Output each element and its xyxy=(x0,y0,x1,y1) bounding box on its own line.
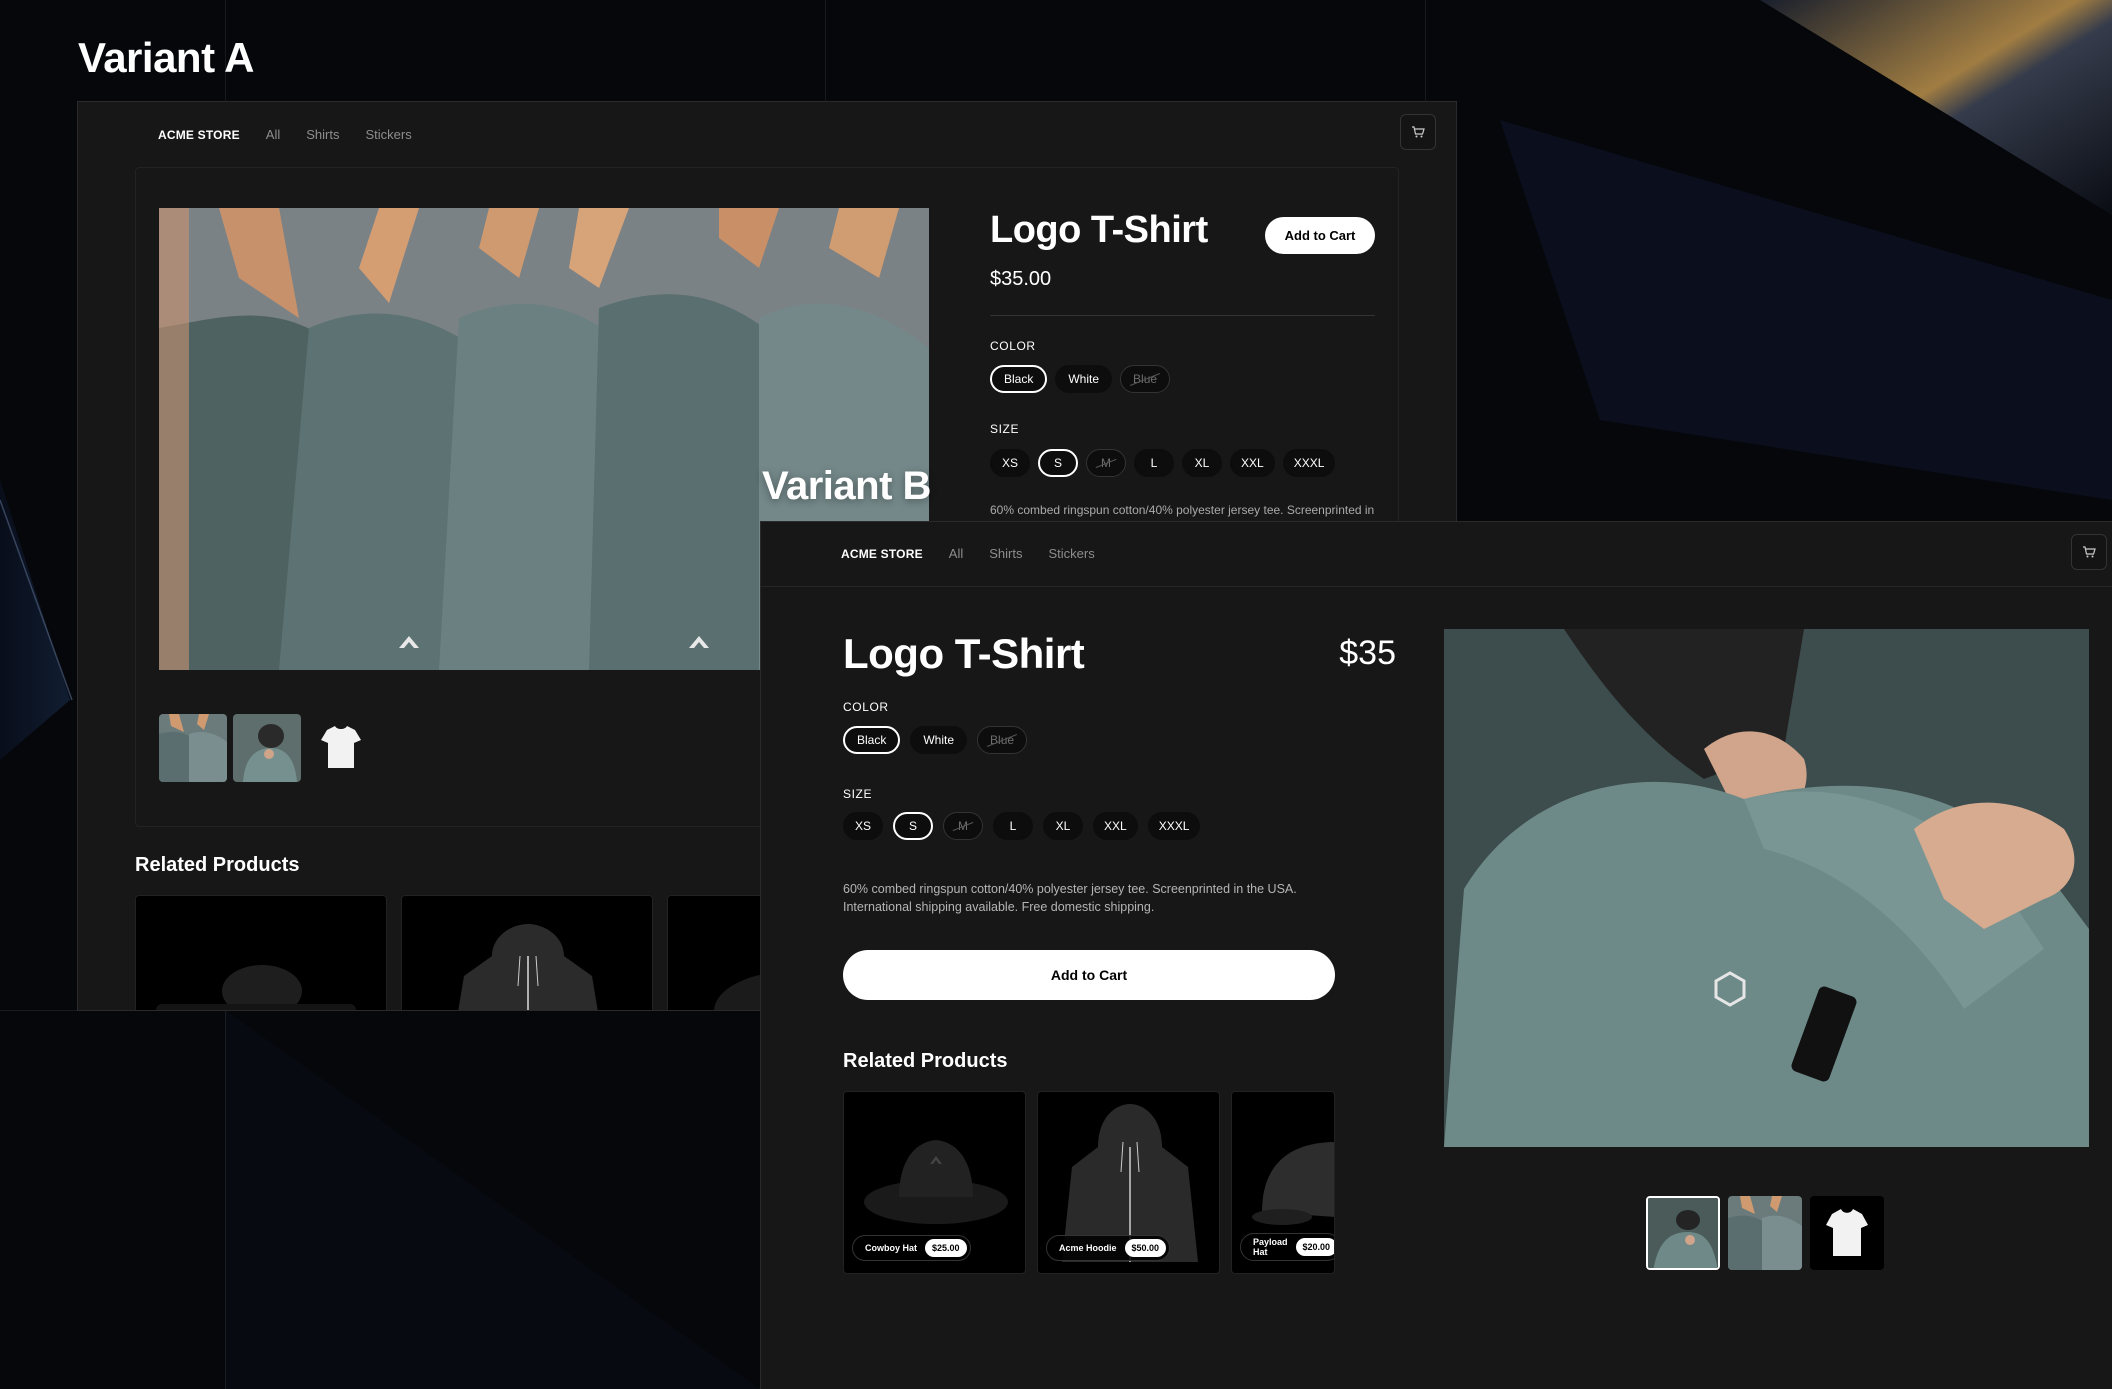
thumbnail-white-tee-image xyxy=(1826,1209,1868,1256)
color-option-blue[interactable]: Blue xyxy=(1120,365,1171,393)
size-label: SIZE xyxy=(843,787,873,801)
color-options: Black White Blue xyxy=(990,365,1171,393)
store-logo-link[interactable]: ACME STORE xyxy=(841,547,923,561)
variant-b-nav: ACME STORE All Shirts Stickers xyxy=(841,546,1095,561)
thumbnail-model[interactable] xyxy=(233,714,301,782)
size-option-m[interactable]: M xyxy=(943,812,983,840)
variant-a-label: Variant A xyxy=(78,34,255,81)
thumbnail-shirts[interactable] xyxy=(1728,1196,1802,1270)
thumbnail-white-tee[interactable] xyxy=(307,714,375,782)
related-price-cowboy-hat: $25.00 xyxy=(925,1239,967,1257)
size-option-xl[interactable]: XL xyxy=(1043,812,1083,840)
cart-button[interactable] xyxy=(2071,534,2107,570)
nav-link-stickers[interactable]: Stickers xyxy=(365,127,411,142)
related-card-payload-hat[interactable]: Payload Hat $20.00 xyxy=(1231,1091,1335,1274)
variant-b-label: Variant B xyxy=(762,464,931,508)
thumbnail-shirts[interactable] xyxy=(159,714,227,782)
thumbnail-white-tee-image xyxy=(321,726,361,768)
thumbnail-model-image xyxy=(233,714,301,782)
product-main-image xyxy=(1444,629,2089,1147)
color-option-black[interactable]: Black xyxy=(990,365,1048,393)
nav-divider xyxy=(761,586,2112,587)
size-option-xs[interactable]: XS xyxy=(843,812,883,840)
color-label: COLOR xyxy=(843,700,889,714)
color-option-blue[interactable]: Blue xyxy=(977,726,1028,754)
product-title: Logo T-Shirt xyxy=(990,209,1208,251)
size-option-m[interactable]: M xyxy=(1086,449,1126,477)
size-option-s[interactable]: S xyxy=(893,812,933,840)
related-card-hoodie[interactable] xyxy=(401,895,653,1010)
nav-link-shirts[interactable]: Shirts xyxy=(989,546,1022,561)
related-name-payload-hat: Payload Hat xyxy=(1253,1237,1288,1257)
product-price: $35.00 xyxy=(990,268,1052,290)
color-option-white[interactable]: White xyxy=(1055,365,1113,393)
related-name-acme-hoodie: Acme Hoodie xyxy=(1059,1243,1117,1253)
size-option-xxxl[interactable]: XXXL xyxy=(1147,812,1201,840)
add-to-cart-button[interactable]: Add to Cart xyxy=(843,950,1335,1000)
related-price-acme-hoodie: $50.00 xyxy=(1124,1239,1167,1257)
related-card-hat[interactable] xyxy=(135,895,387,1010)
nav-link-stickers[interactable]: Stickers xyxy=(1048,546,1094,561)
divider xyxy=(990,315,1375,316)
thumbnail-shirts-image xyxy=(159,714,227,782)
variant-b-window: ACME STORE All Shirts Stickers Logo T-Sh… xyxy=(760,521,2112,1389)
product-title: Logo T-Shirt xyxy=(843,630,1085,677)
size-option-l[interactable]: L xyxy=(1134,449,1174,477)
thumbnail-white-tee[interactable] xyxy=(1810,1196,1884,1270)
size-options: XS S M L XL XXL XXXL xyxy=(990,449,1336,477)
price-tag-acme-hoodie: Acme Hoodie $50.00 xyxy=(1046,1235,1171,1261)
color-option-white[interactable]: White xyxy=(910,726,968,754)
size-label: SIZE xyxy=(990,422,1020,436)
price-tag-cowboy-hat: Cowboy Hat $25.00 xyxy=(852,1235,971,1261)
size-option-s[interactable]: S xyxy=(1038,449,1078,477)
variant-a-nav: ACME STORE All Shirts Stickers xyxy=(158,127,412,142)
black-cap-image xyxy=(156,965,356,1010)
size-options: XS S M L XL XXL XXXL xyxy=(843,812,1201,840)
add-to-cart-button[interactable]: Add to Cart xyxy=(1265,217,1375,254)
thumbnail-model-image xyxy=(1648,1198,1718,1268)
nav-link-shirts[interactable]: Shirts xyxy=(306,127,339,142)
size-option-l[interactable]: L xyxy=(993,812,1033,840)
related-products-title: Related Products xyxy=(843,1050,1008,1072)
model-wearing-shirt-photo xyxy=(1444,629,2089,1147)
nav-link-all[interactable]: All xyxy=(266,127,280,142)
cart-icon xyxy=(2083,546,2096,558)
hoodie-image xyxy=(458,924,598,1010)
color-label: COLOR xyxy=(990,339,1036,353)
size-option-xs[interactable]: XS xyxy=(990,449,1030,477)
cart-button[interactable] xyxy=(1400,114,1436,150)
related-card-acme-hoodie[interactable]: Acme Hoodie $50.00 xyxy=(1037,1091,1220,1274)
related-name-cowboy-hat: Cowboy Hat xyxy=(865,1243,918,1253)
cart-icon xyxy=(1412,126,1425,138)
product-description: 60% combed ringspun cotton/40% polyester… xyxy=(843,880,1297,916)
size-option-xl[interactable]: XL xyxy=(1182,449,1222,477)
product-price: $35 xyxy=(1339,634,1396,672)
description-line-1: 60% combed ringspun cotton/40% polyester… xyxy=(843,882,1297,896)
description-line-2: International shipping available. Free d… xyxy=(843,900,1155,915)
size-option-xxxl[interactable]: XXXL xyxy=(1282,449,1336,477)
related-products-title: Related Products xyxy=(135,854,300,876)
store-logo-link[interactable]: ACME STORE xyxy=(158,128,240,142)
color-options: Black White Blue xyxy=(843,726,1028,754)
thumbnail-model[interactable] xyxy=(1646,1196,1720,1270)
thumbnail-shirts-image xyxy=(1728,1196,1802,1270)
size-option-xxl[interactable]: XXL xyxy=(1093,812,1138,840)
related-price-payload-hat: $20.00 xyxy=(1295,1238,1334,1256)
size-option-xxl[interactable]: XXL xyxy=(1230,449,1275,477)
nav-link-all[interactable]: All xyxy=(949,546,963,561)
color-option-black[interactable]: Black xyxy=(843,726,901,754)
price-tag-payload-hat: Payload Hat $20.00 xyxy=(1240,1233,1334,1261)
related-card-cowboy-hat[interactable]: Cowboy Hat $25.00 xyxy=(843,1091,1026,1274)
